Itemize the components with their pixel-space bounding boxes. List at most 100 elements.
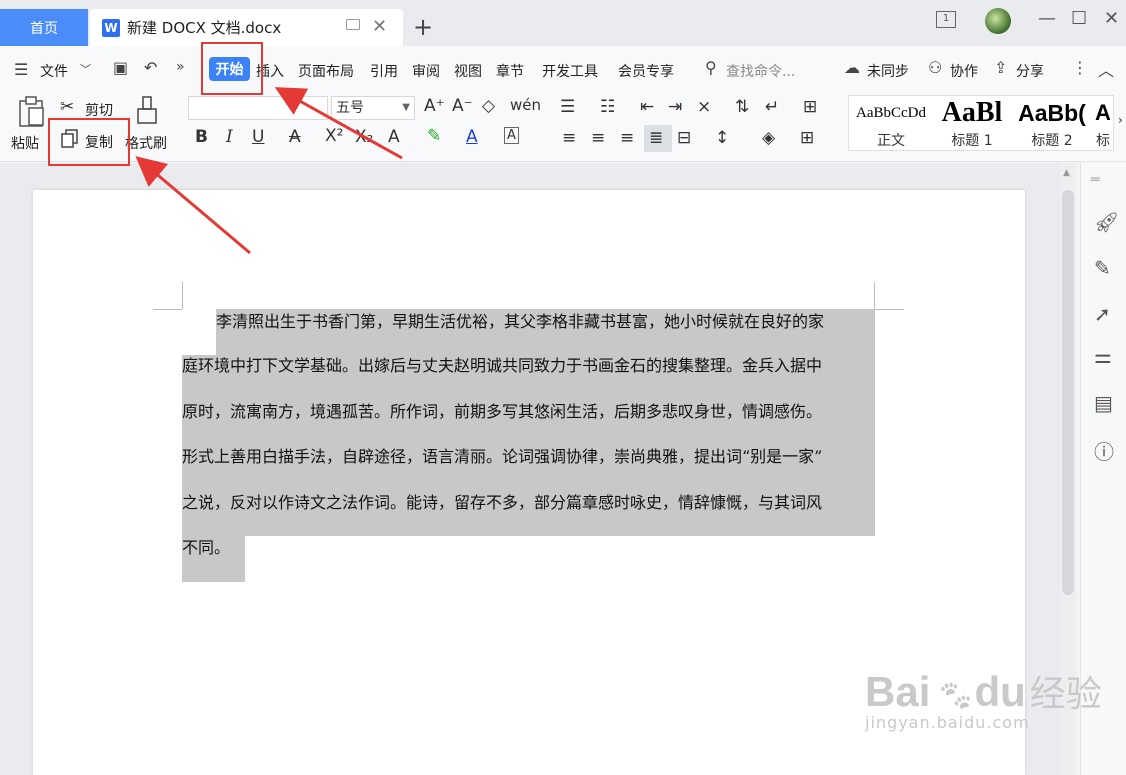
increase-font-icon[interactable]: A⁺ xyxy=(424,96,445,116)
font-color-icon[interactable]: A xyxy=(466,127,478,147)
new-tab-button[interactable]: + xyxy=(413,13,433,41)
watermark-brand-2: du xyxy=(974,668,1026,715)
collaborate-button[interactable]: 协作 xyxy=(950,61,978,81)
cut-button[interactable]: 剪切 xyxy=(85,100,113,120)
superscript-icon[interactable]: X² xyxy=(325,126,343,146)
share-icon: ⇪ xyxy=(994,58,1008,77)
underline-icon[interactable]: U xyxy=(252,127,264,147)
monitor-icon[interactable] xyxy=(346,19,360,30)
document-tab[interactable]: W 新建 DOCX 文档.docx ✕ xyxy=(90,9,403,46)
format-painter-icon[interactable] xyxy=(135,95,159,127)
shading-icon[interactable]: ◈ xyxy=(762,128,775,148)
share-button[interactable]: 分享 xyxy=(1016,61,1044,81)
maximize-button[interactable]: ☐ xyxy=(1071,8,1087,29)
paste-icon[interactable] xyxy=(17,96,47,128)
tab-references[interactable]: 引用 xyxy=(370,61,398,81)
align-center-icon[interactable]: ≡ xyxy=(591,128,605,148)
watermark-cn: 经验 xyxy=(1029,674,1102,715)
help-icon[interactable]: ⓘ xyxy=(1094,436,1114,465)
tab-view[interactable]: 视图 xyxy=(454,61,482,81)
tab-member[interactable]: 会员专享 xyxy=(618,61,674,81)
subscript-icon[interactable]: X₂ xyxy=(355,127,373,147)
paragraph-line[interactable]: 庭环境中打下文学基础。出嫁后与丈夫赵明诚共同致力于书画金石的搜集整理。金兵入据中 xyxy=(182,343,822,388)
style-normal[interactable]: AaBbCcDd 正文 xyxy=(851,96,931,150)
text-effect-icon[interactable]: A xyxy=(388,127,400,147)
line-spacing-icon[interactable]: ↕ xyxy=(715,128,729,148)
tab-developer[interactable]: 开发工具 xyxy=(542,61,598,81)
annotation-box-start-tab xyxy=(201,42,263,95)
tab-review[interactable]: 审阅 xyxy=(412,61,440,81)
home-tab[interactable]: 首页 xyxy=(0,9,88,46)
align-left-icon[interactable]: ≡ xyxy=(562,128,576,148)
paragraph-line[interactable]: 形式上善用白描手法，自辟途径，语言清丽。论词强调协律，崇尚典雅，提出词“别是一家… xyxy=(182,434,822,479)
bullet-list-icon[interactable]: ☰ xyxy=(560,97,575,117)
rocket-icon[interactable]: 🚀︎ xyxy=(1094,210,1119,234)
borders-icon[interactable]: ⊞ xyxy=(800,128,814,148)
tab-sections[interactable]: 章节 xyxy=(496,61,524,81)
style-name: 标 xyxy=(1096,133,1110,149)
document-tab-title: 新建 DOCX 文档.docx xyxy=(127,19,282,37)
annotation-box-copy-button xyxy=(48,118,130,166)
more-icon[interactable]: » xyxy=(176,59,185,75)
cloud-sync-icon: ☁ xyxy=(844,58,860,77)
align-right-icon[interactable]: ≡ xyxy=(620,128,634,148)
tab-close-button[interactable]: ✕ xyxy=(372,16,387,37)
minimize-button[interactable]: — xyxy=(1038,8,1056,29)
close-window-button[interactable]: ✕ xyxy=(1104,8,1119,29)
clear-format-icon[interactable]: ◇ xyxy=(482,96,495,116)
styles-gallery: AaBbCcDd 正文 AaBl 标题 1 AaBb( 标题 2 A 标 xyxy=(848,95,1114,151)
paragraph-line[interactable]: 李清照出生于书香门第，早期生活优裕，其父李格非藏书甚富，她小时候就在良好的家 xyxy=(216,299,824,344)
increase-indent-icon[interactable]: ⇥ xyxy=(668,97,682,117)
font-family-select[interactable] xyxy=(188,96,328,120)
tab-page-layout[interactable]: 页面布局 xyxy=(298,61,354,81)
style-heading-1[interactable]: AaBl 标题 1 xyxy=(933,96,1011,150)
more-options-icon[interactable]: ⋮ xyxy=(1072,58,1088,77)
chinese-layout-icon[interactable]: ⨯ xyxy=(697,97,711,117)
style-heading-3[interactable]: A 标 xyxy=(1093,96,1113,150)
font-size-select[interactable]: 五号 ▼ xyxy=(331,96,415,120)
pointer-icon[interactable]: ➚ xyxy=(1094,302,1111,326)
save-icon[interactable]: ▣ xyxy=(113,58,128,77)
show-marks-icon[interactable]: ↵ xyxy=(765,97,779,117)
watermark-brand: Bai xyxy=(865,668,931,715)
undo-icon[interactable]: ↶ xyxy=(144,58,157,77)
character-border-icon[interactable]: A xyxy=(504,127,519,144)
align-justify-icon[interactable]: ≣ xyxy=(649,128,663,148)
style-heading-2[interactable]: AaBb( 标题 2 xyxy=(1013,96,1091,150)
crop-mark xyxy=(874,282,875,309)
scissors-icon[interactable]: ✂ xyxy=(60,97,74,117)
decrease-font-icon[interactable]: A⁻ xyxy=(452,96,473,116)
hamburger-icon[interactable]: ☰ xyxy=(14,60,28,79)
phonetic-guide-icon[interactable]: wén xyxy=(510,96,541,114)
chevron-right-icon[interactable]: › xyxy=(1118,113,1123,127)
scroll-up-icon[interactable]: ▲ xyxy=(1063,168,1070,178)
command-search-input[interactable]: 查找命令... xyxy=(726,61,795,81)
distributed-align-icon[interactable]: ⊟ xyxy=(677,128,691,148)
strikethrough-icon[interactable]: A xyxy=(289,127,301,147)
paste-button[interactable]: 粘贴 xyxy=(11,133,39,153)
paragraph-line[interactable]: 原时，流寓南方，境遇孤苦。所作词，前期多写其悠闲生活，后期多悲叹身世，情调感伤。 xyxy=(182,389,822,434)
sync-status[interactable]: 未同步 xyxy=(867,61,909,81)
pen-icon[interactable]: ✎ xyxy=(1094,256,1111,280)
collapse-ribbon-icon[interactable]: ︿ xyxy=(1098,57,1114,81)
chevron-down-icon[interactable]: ﹀ xyxy=(80,61,91,77)
adjust-sliders-icon[interactable]: ⚌ xyxy=(1094,344,1112,368)
paragraph-line[interactable]: 之说，反对以作诗文之法作词。能诗，留存不多，部分篇章感时咏史，情辞慷慨，与其词风 xyxy=(182,480,822,525)
sort-icon[interactable]: ⇅ xyxy=(735,97,749,117)
decrease-indent-icon[interactable]: ⇤ xyxy=(640,97,654,117)
avatar[interactable] xyxy=(985,8,1011,34)
scrollbar-thumb[interactable] xyxy=(1062,190,1074,595)
search-icon: ⚲ xyxy=(705,58,717,77)
numbered-list-icon[interactable]: ☷ xyxy=(600,97,615,117)
archive-icon[interactable]: ▤ xyxy=(1094,391,1113,415)
italic-icon[interactable]: I xyxy=(226,127,233,147)
crop-mark xyxy=(153,309,182,310)
menu-file[interactable]: 文件 xyxy=(40,61,68,81)
bold-icon[interactable]: B xyxy=(195,127,208,147)
window-layout-icon[interactable]: 1 xyxy=(936,11,956,28)
tab-stops-icon[interactable]: ⊞ xyxy=(803,97,817,117)
paragraph-line[interactable]: 不同。 xyxy=(182,525,230,570)
highlight-icon[interactable]: ✎ xyxy=(427,126,441,146)
format-painter-button[interactable]: 格式刷 xyxy=(125,133,167,153)
style-preview: AaBbCcDd xyxy=(856,104,926,121)
